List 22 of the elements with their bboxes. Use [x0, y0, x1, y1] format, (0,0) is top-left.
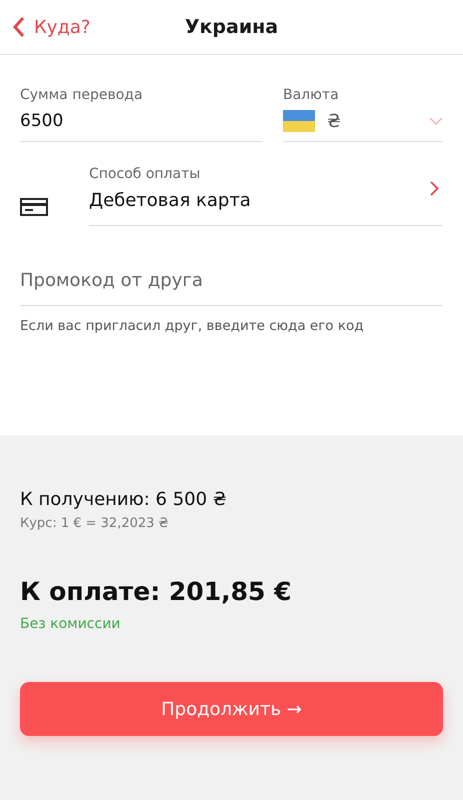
screen-title: Украина: [184, 16, 278, 38]
chevron-right-icon: [430, 181, 439, 196]
field-label: Способ оплаты: [89, 166, 202, 182]
field-label: Валюта: [283, 87, 340, 103]
promo-code-field[interactable]: Промокод от друга: [20, 270, 443, 306]
receive-amount: К получению: 6 500 ₴: [20, 489, 227, 510]
fee-note: Без комиссии: [20, 616, 120, 632]
back-button[interactable]: Куда?: [0, 16, 90, 38]
card-icon: [20, 198, 48, 216]
currency-symbol: ₴: [327, 110, 341, 132]
currency-dropdown[interactable]: Валюта ₴: [283, 87, 443, 142]
chevron-down-icon: [429, 117, 443, 125]
field-label: Сумма перевода: [20, 87, 144, 103]
amount-field[interactable]: Сумма перевода 6500: [20, 87, 263, 142]
amount-input[interactable]: 6500: [20, 111, 263, 131]
total-to-pay: К оплате: 201,85 €: [20, 577, 292, 606]
exchange-rate: Курс: 1 € = 32,2023 ₴: [20, 516, 169, 531]
back-chevron-icon: [12, 16, 26, 38]
flag-icon: [283, 110, 315, 132]
payment-method-value: Дебетовая карта: [89, 190, 252, 211]
promo-hint: Если вас пригласил друг, введите сюда его код: [20, 318, 365, 334]
payment-method-selector[interactable]: Способ оплаты Дебетовая карта: [89, 162, 443, 226]
